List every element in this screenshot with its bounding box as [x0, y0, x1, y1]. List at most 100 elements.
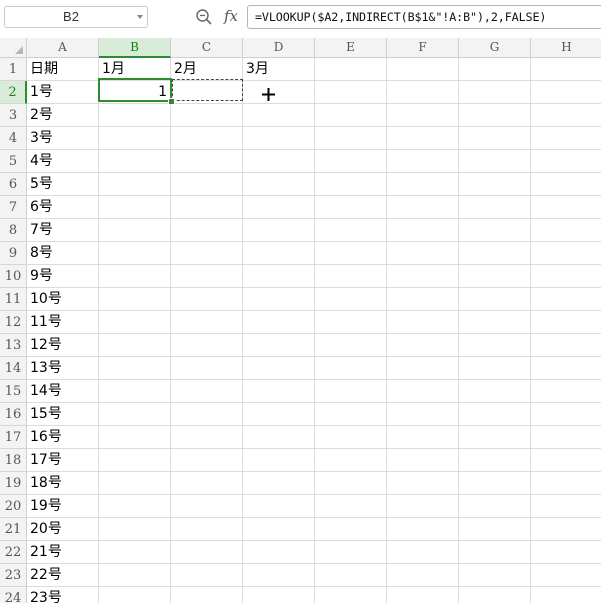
row-header-22[interactable]: 22: [0, 541, 27, 564]
cell-g10[interactable]: [459, 265, 531, 288]
cell-c24[interactable]: [171, 587, 243, 603]
cell-g13[interactable]: [459, 334, 531, 357]
cell-h20[interactable]: [531, 495, 601, 518]
cell-b4[interactable]: [99, 127, 171, 150]
cell-e7[interactable]: [315, 196, 387, 219]
row-header-8[interactable]: 8: [0, 219, 27, 242]
row-header-7[interactable]: 7: [0, 196, 27, 219]
cell-e16[interactable]: [315, 403, 387, 426]
cell-e9[interactable]: [315, 242, 387, 265]
cell-d20[interactable]: [243, 495, 315, 518]
row-header-13[interactable]: 13: [0, 334, 27, 357]
cell-b20[interactable]: [99, 495, 171, 518]
cell-e13[interactable]: [315, 334, 387, 357]
cell-g18[interactable]: [459, 449, 531, 472]
cell-a23[interactable]: 22号: [27, 564, 99, 587]
cell-h10[interactable]: [531, 265, 601, 288]
cell-f20[interactable]: [387, 495, 459, 518]
cell-e23[interactable]: [315, 564, 387, 587]
cell-h15[interactable]: [531, 380, 601, 403]
cell-c17[interactable]: [171, 426, 243, 449]
cell-g17[interactable]: [459, 426, 531, 449]
cell-e11[interactable]: [315, 288, 387, 311]
cell-h12[interactable]: [531, 311, 601, 334]
cell-d22[interactable]: [243, 541, 315, 564]
cell-d16[interactable]: [243, 403, 315, 426]
cell-a20[interactable]: 19号: [27, 495, 99, 518]
cell-f8[interactable]: [387, 219, 459, 242]
cell-a1[interactable]: 日期: [27, 58, 99, 81]
row-header-11[interactable]: 11: [0, 288, 27, 311]
cell-a12[interactable]: 11号: [27, 311, 99, 334]
cell-h21[interactable]: [531, 518, 601, 541]
cell-b14[interactable]: [99, 357, 171, 380]
row-header-10[interactable]: 10: [0, 265, 27, 288]
cell-c15[interactable]: [171, 380, 243, 403]
cell-f17[interactable]: [387, 426, 459, 449]
cell-c5[interactable]: [171, 150, 243, 173]
cell-d14[interactable]: [243, 357, 315, 380]
cell-f19[interactable]: [387, 472, 459, 495]
column-header-g[interactable]: G: [459, 38, 531, 57]
cell-a4[interactable]: 3号: [27, 127, 99, 150]
cell-f15[interactable]: [387, 380, 459, 403]
cell-f23[interactable]: [387, 564, 459, 587]
cell-h16[interactable]: [531, 403, 601, 426]
chevron-down-icon[interactable]: [137, 15, 143, 19]
cell-d5[interactable]: [243, 150, 315, 173]
cell-c13[interactable]: [171, 334, 243, 357]
row-header-19[interactable]: 19: [0, 472, 27, 495]
cell-b10[interactable]: [99, 265, 171, 288]
column-header-d[interactable]: D: [243, 38, 315, 57]
cell-a11[interactable]: 10号: [27, 288, 99, 311]
cell-e2[interactable]: [315, 81, 387, 104]
cell-f9[interactable]: [387, 242, 459, 265]
cell-a24[interactable]: 23号: [27, 587, 99, 603]
cell-c22[interactable]: [171, 541, 243, 564]
cell-f6[interactable]: [387, 173, 459, 196]
cell-e19[interactable]: [315, 472, 387, 495]
cell-b9[interactable]: [99, 242, 171, 265]
row-header-23[interactable]: 23: [0, 564, 27, 587]
cell-b21[interactable]: [99, 518, 171, 541]
cell-g9[interactable]: [459, 242, 531, 265]
cell-e12[interactable]: [315, 311, 387, 334]
cell-g24[interactable]: [459, 587, 531, 603]
cell-f21[interactable]: [387, 518, 459, 541]
cell-a8[interactable]: 7号: [27, 219, 99, 242]
column-header-a[interactable]: A: [27, 38, 99, 57]
column-header-h[interactable]: H: [531, 38, 601, 57]
cell-d12[interactable]: [243, 311, 315, 334]
row-header-14[interactable]: 14: [0, 357, 27, 380]
cell-d4[interactable]: [243, 127, 315, 150]
cell-d10[interactable]: [243, 265, 315, 288]
cell-a5[interactable]: 4号: [27, 150, 99, 173]
cell-d15[interactable]: [243, 380, 315, 403]
cell-g1[interactable]: [459, 58, 531, 81]
cell-g15[interactable]: [459, 380, 531, 403]
cell-d8[interactable]: [243, 219, 315, 242]
cell-f14[interactable]: [387, 357, 459, 380]
cell-g5[interactable]: [459, 150, 531, 173]
cell-c14[interactable]: [171, 357, 243, 380]
cell-g3[interactable]: [459, 104, 531, 127]
cell-b18[interactable]: [99, 449, 171, 472]
cell-h13[interactable]: [531, 334, 601, 357]
cell-h17[interactable]: [531, 426, 601, 449]
cell-e10[interactable]: [315, 265, 387, 288]
cell-c6[interactable]: [171, 173, 243, 196]
row-header-5[interactable]: 5: [0, 150, 27, 173]
cell-c9[interactable]: [171, 242, 243, 265]
cell-f2[interactable]: [387, 81, 459, 104]
cell-g16[interactable]: [459, 403, 531, 426]
cell-d23[interactable]: [243, 564, 315, 587]
cell-b16[interactable]: [99, 403, 171, 426]
cell-b7[interactable]: [99, 196, 171, 219]
cell-h6[interactable]: [531, 173, 601, 196]
cell-g11[interactable]: [459, 288, 531, 311]
fill-handle[interactable]: [168, 98, 175, 105]
row-header-3[interactable]: 3: [0, 104, 27, 127]
cell-g6[interactable]: [459, 173, 531, 196]
zoom-icon[interactable]: [195, 8, 213, 26]
cell-c11[interactable]: [171, 288, 243, 311]
